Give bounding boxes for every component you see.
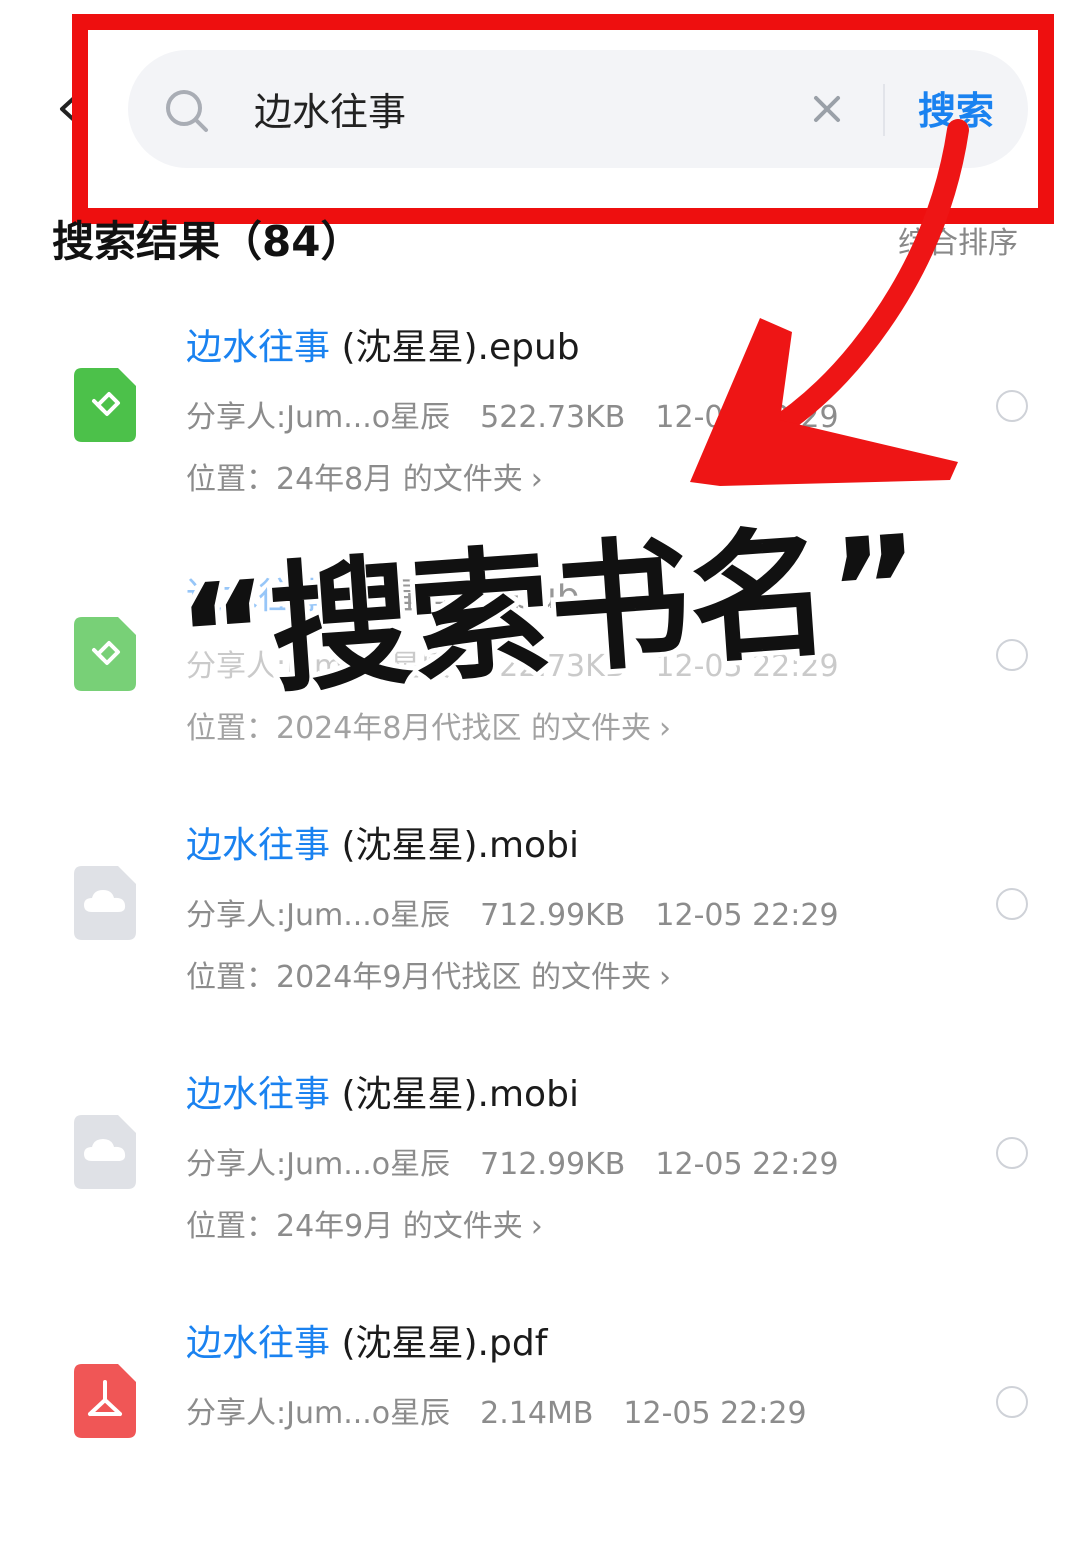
file-size: 712.99KB <box>480 1147 626 1182</box>
file-meta: 分享人:Jum...o星辰 522.73KB 12-05 22:29 <box>186 641 869 685</box>
file-name-highlight: 边水往事 <box>186 1074 331 1115</box>
chevron-right-icon: › <box>658 711 671 746</box>
back-chevron-icon[interactable] <box>52 94 82 124</box>
clear-search-icon[interactable] <box>810 92 844 126</box>
file-location[interactable]: 位置：2024年8月代找区 的文件夹 › <box>186 703 671 747</box>
file-size: 522.73KB <box>480 400 626 435</box>
list-item[interactable]: 边水往事 (沈星星).epub 分享人:Jum...o星辰 522.73KB 12-… <box>0 300 1080 549</box>
chevron-right-icon: › <box>658 960 671 995</box>
file-location[interactable]: 位置：2024年9月代找区 的文件夹 › <box>186 952 671 996</box>
file-sharer: 分享人:Jum...o星辰 <box>186 649 451 684</box>
file-meta: 分享人:Jum...o星辰 712.99KB 12-05 22:29 <box>186 1139 869 1183</box>
select-radio[interactable] <box>996 1137 1028 1169</box>
select-radio[interactable] <box>996 639 1028 671</box>
cloud-file-icon <box>74 1115 136 1189</box>
file-sharer: 分享人:Jum...o星辰 <box>186 1396 451 1431</box>
select-radio[interactable] <box>996 888 1028 920</box>
search-icon <box>166 90 208 132</box>
file-location[interactable]: 位置：24年9月 的文件夹 › <box>186 1201 543 1245</box>
select-radio[interactable] <box>996 390 1028 422</box>
file-size: 2.14MB <box>480 1396 594 1431</box>
search-button[interactable]: 搜索 <box>918 80 994 135</box>
search-input[interactable] <box>254 78 774 138</box>
file-list: 边水往事 (沈星星).epub 分享人:Jum...o星辰 522.73KB 12-… <box>0 300 1080 1545</box>
sort-button[interactable]: 综合排序 <box>898 218 1018 262</box>
file-location[interactable]: 位置：24年8月 的文件夹 › <box>186 454 543 498</box>
chevron-right-icon: › <box>530 1209 543 1244</box>
file-name[interactable]: 边水往事 (沈星星).epub <box>186 318 580 370</box>
file-date: 12-05 22:29 <box>623 1396 807 1431</box>
list-item[interactable]: 边水往事 (沈星星).pdf 分享人:Jum...o星辰 2.14MB 12-05 … <box>0 1296 1080 1545</box>
file-sharer: 分享人:Jum...o星辰 <box>186 400 451 435</box>
epub-icon <box>74 368 136 442</box>
file-name-rest: (沈星星).epub <box>330 576 580 617</box>
search-bar: 搜索 <box>128 50 1028 168</box>
file-name-highlight: 边水往事 <box>186 825 331 866</box>
file-name-highlight: 边水往事 <box>186 327 331 368</box>
file-name-highlight: 边水往事 <box>186 576 331 617</box>
file-location-text: 位置：24年9月 的文件夹 <box>186 1209 523 1244</box>
file-name-highlight: 边水往事 <box>186 1323 331 1364</box>
file-name-rest: (沈星星).mobi <box>330 825 579 866</box>
file-name[interactable]: 边水往事 (沈星星).epub <box>186 567 580 619</box>
file-name[interactable]: 边水往事 (沈星星).mobi <box>186 1065 579 1117</box>
file-date: 12-05 22:29 <box>655 400 839 435</box>
file-date: 12-05 22:29 <box>655 649 839 684</box>
epub-icon <box>74 617 136 691</box>
list-item[interactable]: 边水往事 (沈星星).mobi 分享人:Jum...o星辰 712.99KB 12-… <box>0 798 1080 1047</box>
file-meta: 分享人:Jum...o星辰 2.14MB 12-05 22:29 <box>186 1388 837 1432</box>
file-date: 12-05 22:29 <box>655 898 839 933</box>
file-size: 522.73KB <box>480 649 626 684</box>
file-location-text: 位置：24年8月 的文件夹 <box>186 462 523 497</box>
file-date: 12-05 22:29 <box>655 1147 839 1182</box>
file-location-text: 位置：2024年9月代找区 的文件夹 <box>186 960 651 995</box>
file-name-rest: (沈星星).mobi <box>330 1074 579 1115</box>
file-meta: 分享人:Jum...o星辰 522.73KB 12-05 22:29 <box>186 392 869 436</box>
file-name[interactable]: 边水往事 (沈星星).mobi <box>186 816 579 868</box>
file-name-rest: (沈星星).pdf <box>330 1323 548 1364</box>
select-radio[interactable] <box>996 1386 1028 1418</box>
list-item[interactable]: 边水往事 (沈星星).mobi 分享人:Jum...o星辰 712.99KB 12-… <box>0 1047 1080 1296</box>
file-name[interactable]: 边水往事 (沈星星).pdf <box>186 1314 547 1366</box>
pdf-icon <box>74 1364 136 1438</box>
search-divider <box>883 84 885 136</box>
file-name-rest: (沈星星).epub <box>330 327 580 368</box>
file-meta: 分享人:Jum...o星辰 712.99KB 12-05 22:29 <box>186 890 869 934</box>
file-sharer: 分享人:Jum...o星辰 <box>186 898 451 933</box>
chevron-right-icon: › <box>530 462 543 497</box>
results-title: 搜索结果（84） <box>52 217 363 266</box>
file-sharer: 分享人:Jum...o星辰 <box>186 1147 451 1182</box>
file-location-text: 位置：2024年8月代找区 的文件夹 <box>186 711 651 746</box>
file-size: 712.99KB <box>480 898 626 933</box>
list-item[interactable]: 边水往事 (沈星星).epub 分享人:Jum...o星辰 522.73KB 12-… <box>0 549 1080 798</box>
cloud-file-icon <box>74 866 136 940</box>
